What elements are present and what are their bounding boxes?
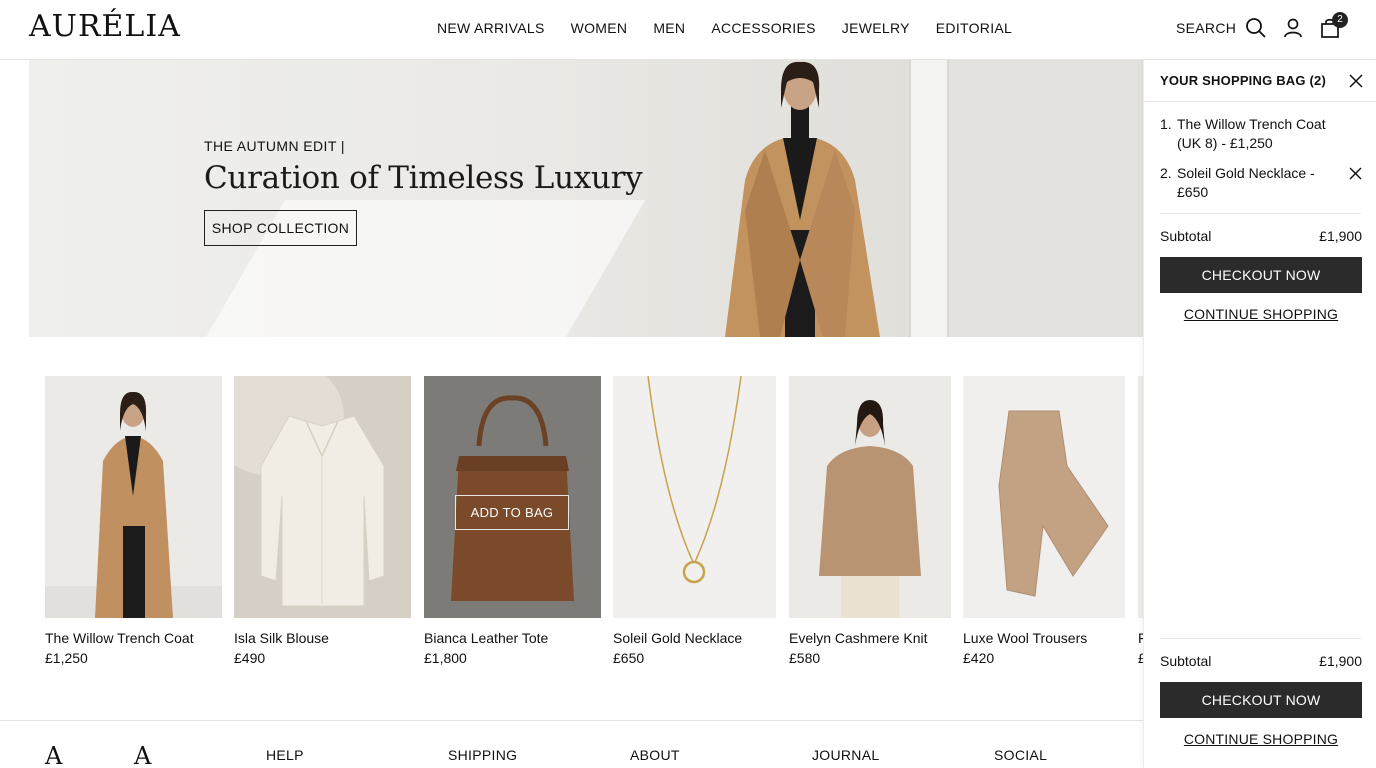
product-card[interactable]: Soleil Gold Necklace £650	[613, 376, 776, 666]
product-name[interactable]: The Willow Trench Coat	[45, 630, 222, 646]
silk-blouse-image	[234, 376, 385, 607]
search-icon[interactable]	[1245, 17, 1267, 39]
nav-editorial[interactable]: EDITORIAL	[936, 20, 1012, 36]
product-card[interactable]: The Willow Trench Coat £1,250	[45, 376, 222, 666]
bag-count-badge: 2	[1332, 12, 1348, 28]
product-image[interactable]	[963, 376, 1125, 618]
continue-shopping-link[interactable]: CONTINUE SHOPPING	[1160, 731, 1362, 747]
footer-divider	[0, 720, 1143, 721]
product-image[interactable]	[613, 376, 776, 618]
cart-drawer: YOUR SHOPPING BAG (2) 1. The Willow Tren…	[1143, 60, 1376, 768]
product-name[interactable]: Isla Silk Blouse	[234, 630, 411, 646]
main-nav: NEW ARRIVALS WOMEN MEN ACCESSORIES JEWEL…	[437, 20, 1038, 36]
nav-women[interactable]: WOMEN	[571, 20, 628, 36]
product-price: £650	[613, 650, 645, 666]
user-icon[interactable]	[1282, 17, 1304, 39]
footer-shipping[interactable]: SHIPPING	[448, 747, 517, 763]
nav-jewelry[interactable]: JEWELRY	[842, 20, 910, 36]
continue-shopping-link[interactable]: CONTINUE SHOPPING	[1160, 306, 1362, 322]
nav-accessories[interactable]: ACCESSORIES	[711, 20, 815, 36]
subtotal-row: Subtotal £1,900	[1160, 653, 1362, 669]
cart-item-number: 2.	[1160, 165, 1172, 181]
cart-item-text[interactable]: The Willow Trench Coat (UK 8) - £1,250	[1177, 115, 1347, 153]
gold-necklace-image	[647, 376, 742, 584]
product-name[interactable]: Bianca Leather Tote	[424, 630, 601, 646]
add-to-bag-button[interactable]: ADD TO BAG	[455, 495, 569, 530]
remove-item-icon[interactable]	[1349, 167, 1362, 180]
product-card[interactable]: ADD TO BAG Bianca Leather Tote £1,800	[424, 376, 601, 666]
checkout-button[interactable]: CHECKOUT NOW	[1160, 257, 1362, 293]
nav-men[interactable]: MEN	[653, 20, 685, 36]
cart-footer-divider	[1160, 638, 1361, 639]
checkout-button[interactable]: CHECKOUT NOW	[1160, 682, 1362, 718]
cart-item-text[interactable]: Soleil Gold Necklace - £650	[1177, 164, 1347, 202]
product-image[interactable]	[789, 376, 951, 618]
footer-logo-mark: A	[134, 742, 152, 768]
cart-header-divider	[1144, 101, 1376, 102]
product-price: £1,800	[424, 650, 467, 666]
footer-about[interactable]: ABOUT	[630, 747, 680, 763]
cart-items-divider	[1160, 213, 1361, 214]
product-card[interactable]: Luxe Wool Trousers £420	[963, 376, 1125, 666]
product-price: £490	[234, 650, 266, 666]
nav-new-arrivals[interactable]: NEW ARRIVALS	[437, 20, 545, 36]
product-image[interactable]	[45, 376, 222, 618]
trench-coat-model-image	[45, 391, 222, 618]
shop-collection-button[interactable]: SHOP COLLECTION	[204, 210, 357, 246]
product-price: £580	[789, 650, 821, 666]
cashmere-knit-model-image	[819, 400, 921, 618]
footer-social[interactable]: SOCIAL	[994, 747, 1047, 763]
product-card[interactable]: Evelyn Cashmere Knit £580	[789, 376, 951, 666]
cart-title: YOUR SHOPPING BAG (2)	[1160, 73, 1326, 88]
product-card[interactable]: Isla Silk Blouse £490	[234, 376, 411, 666]
product-name[interactable]: Soleil Gold Necklace	[613, 630, 776, 646]
brand-logo[interactable]: AURÉLIA	[29, 9, 181, 44]
hero-model-image	[725, 61, 880, 337]
wool-trousers-image	[998, 410, 1109, 597]
subtotal-label: Subtotal	[1160, 653, 1212, 669]
subtotal-value: £1,900	[1319, 653, 1362, 669]
product-price: £420	[963, 650, 995, 666]
hero-wall	[941, 60, 1143, 337]
cart-item: 2. Soleil Gold Necklace - £650	[1160, 164, 1347, 202]
product-image[interactable]: ADD TO BAG	[424, 376, 601, 618]
cart-item: 1. The Willow Trench Coat (UK 8) - £1,25…	[1160, 115, 1347, 153]
product-name[interactable]: Luxe Wool Trousers	[963, 630, 1125, 646]
site-header: AURÉLIA NEW ARRIVALS WOMEN MEN ACCESSORI…	[0, 0, 1376, 60]
cart-item-number: 1.	[1160, 116, 1172, 132]
hero-title: Curation of Timeless Luxury	[204, 160, 643, 196]
hero-eyebrow: THE AUTUMN EDIT |	[204, 138, 345, 154]
subtotal-value: £1,900	[1319, 228, 1362, 244]
product-price: £1,250	[45, 650, 88, 666]
close-icon[interactable]	[1349, 74, 1363, 88]
footer-logo-mark: A	[45, 742, 63, 768]
search-label[interactable]: SEARCH	[1176, 20, 1236, 36]
product-image[interactable]	[234, 376, 411, 618]
footer-help[interactable]: HELP	[266, 747, 304, 763]
hero-banner: THE AUTUMN EDIT | Curation of Timeless L…	[29, 60, 1143, 337]
subtotal-row: Subtotal £1,900	[1160, 228, 1362, 244]
subtotal-label: Subtotal	[1160, 228, 1212, 244]
hero-window	[909, 60, 949, 337]
product-name[interactable]: Evelyn Cashmere Knit	[789, 630, 951, 646]
footer-journal[interactable]: JOURNAL	[812, 747, 879, 763]
